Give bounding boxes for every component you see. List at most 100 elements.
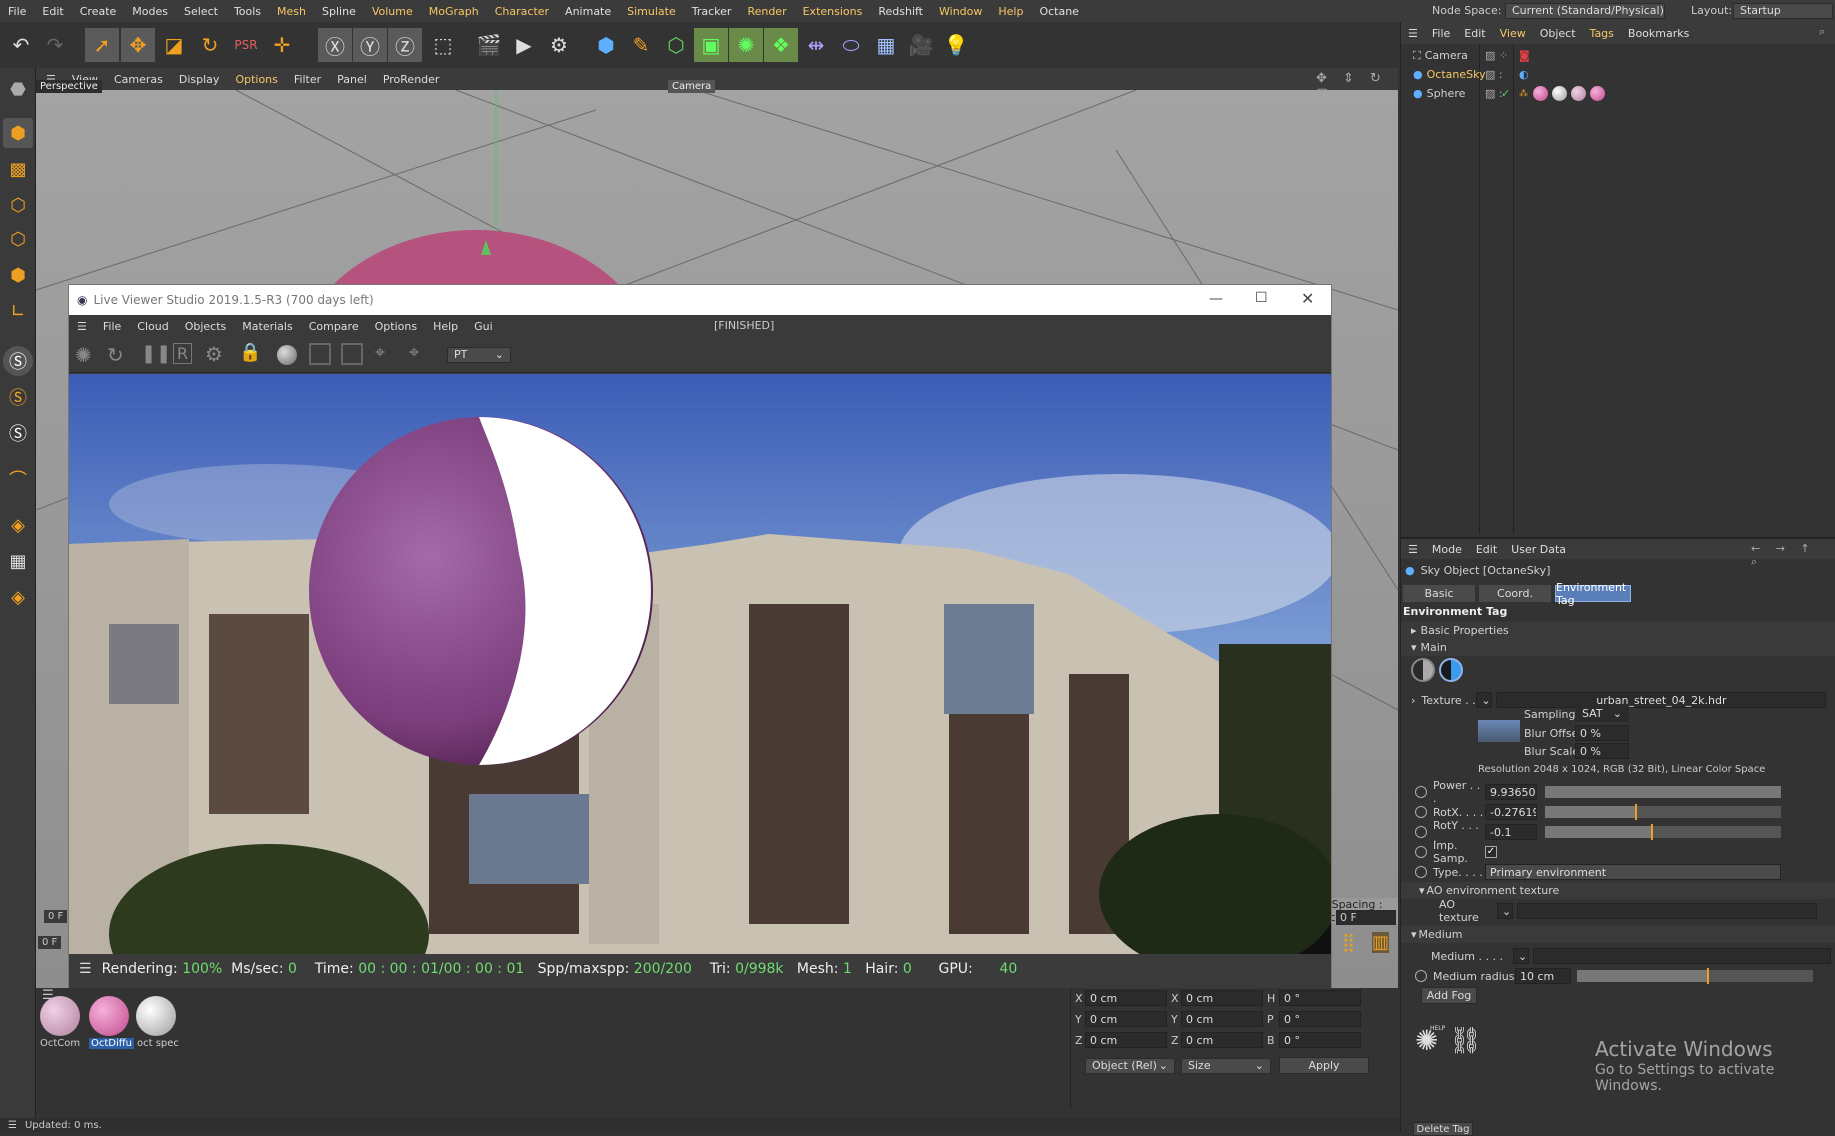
material-octdiffu-swatch[interactable] [89,996,129,1036]
lv-menu-help[interactable]: Help [425,320,466,333]
imp-samp-animate-radio[interactable] [1415,846,1427,858]
medium-field[interactable] [1533,948,1831,964]
add-fog-button[interactable]: Add Fog [1421,987,1477,1004]
timeline-start-field[interactable]: 0 F [38,936,62,949]
rotate-tool-icon[interactable]: ↻ [193,28,227,62]
light-icon[interactable]: 💡 [939,28,973,62]
lv-menu-gui[interactable]: Gui [466,320,501,333]
size-z-field[interactable]: 0 cm [1181,1032,1263,1048]
menu-redshift[interactable]: Redshift [870,5,931,18]
model-mode-icon[interactable]: ⬢ [3,118,33,148]
delete-tag-button[interactable]: Delete Tag [1413,1122,1473,1136]
menu-animate[interactable]: Animate [557,5,619,18]
lv-menu-materials[interactable]: Materials [234,320,300,333]
menu-edit[interactable]: Edit [34,5,71,18]
mograph-icon[interactable]: ✺ [729,28,763,62]
material-tag-1[interactable] [1533,86,1548,101]
material-octcom-swatch[interactable] [40,996,80,1036]
rotx-slider[interactable] [1545,804,1781,820]
camera-tag-icon[interactable]: ◙ [1519,49,1530,62]
material-tag-4[interactable] [1590,86,1605,101]
z-axis-icon[interactable]: Ⓩ [388,28,422,62]
ao-texture-field[interactable] [1517,903,1817,919]
medium-radius-field[interactable]: 10 cm [1515,968,1571,984]
size-x-field[interactable]: 0 cm [1181,990,1263,1006]
hamburger-icon[interactable]: ☰ [69,320,95,333]
roty-field[interactable]: -0.1 [1485,824,1537,840]
viewport-menu-prorender[interactable]: ProRender [375,73,448,86]
medium-radius-slider[interactable] [1577,968,1813,984]
tab-environment-tag[interactable]: Environment Tag [1555,581,1631,607]
render-preview[interactable] [69,374,1331,954]
roty-animate-radio[interactable] [1415,826,1427,838]
menu-spline[interactable]: Spline [314,5,364,18]
am-menu-mode[interactable]: Mode [1425,543,1469,556]
octane-logo-icon[interactable]: ✺ [75,343,92,367]
y-axis-icon[interactable]: Ⓨ [353,28,387,62]
menu-select[interactable]: Select [176,5,226,18]
lv-menu-cloud[interactable]: Cloud [129,320,176,333]
texture-preview-thumbnail[interactable] [1478,720,1520,742]
imp-samp-checkbox[interactable]: ✓ [1485,846,1497,858]
medium-dropdown[interactable]: ⌄ [1513,948,1529,964]
magnet-icon[interactable]: ⌒ [3,464,33,494]
power-animate-radio[interactable] [1415,786,1427,798]
main-group[interactable]: ▾ Main [1401,639,1835,656]
channel-b-icon[interactable] [341,343,363,365]
maximize-icon[interactable]: ☐ [1255,290,1268,306]
object-row-sphere[interactable]: ● Sphere ▨ : ✓ ⁂ [1401,84,1835,103]
camera-label[interactable]: Camera [668,80,716,93]
menu-simulate[interactable]: Simulate [619,5,684,18]
cube-icon[interactable]: ⬢ [589,28,623,62]
render-settings-icon[interactable]: ⚙ [542,28,576,62]
pause-icon[interactable]: ❚❚ [141,343,171,364]
grid-icon[interactable]: ▦ [3,546,33,576]
lv-menu-objects[interactable]: Objects [177,320,235,333]
size-y-field[interactable]: 0 cm [1181,1011,1263,1027]
om-menu-file[interactable]: File [1425,27,1457,40]
position-z-field[interactable]: 0 cm [1085,1032,1167,1048]
visibility-toggle-icon[interactable]: ▨ ⁘ [1485,49,1508,62]
lock-workplane-icon[interactable]: ◈ [3,582,33,612]
coordinate-mode-dropdown[interactable]: Object (Rel) ⌄ [1085,1058,1175,1074]
visibility-toggle-icon[interactable]: ▨ : [1485,87,1503,100]
lv-menu-options[interactable]: Options [367,320,425,333]
layout-dropdown[interactable]: Startup [1733,3,1833,19]
size-mode-dropdown[interactable]: Size ⌄ [1181,1058,1271,1074]
menu-character[interactable]: Character [487,5,557,18]
workplane-icon[interactable]: ◈ [3,510,33,540]
snap-icon[interactable]: Ⓢ [3,346,33,376]
sampling-dropdown[interactable]: SAT ⌄ [1575,706,1629,722]
generator-icon[interactable]: ▣ [694,28,728,62]
menu-tools[interactable]: Tools [226,5,269,18]
make-editable-icon[interactable]: ⬣ [3,74,33,104]
blur-offset-field[interactable]: 0 % [1575,725,1629,741]
tab-coord[interactable]: Coord. [1479,585,1551,602]
deformer-icon[interactable]: ⇹ [799,28,833,62]
hamburger-icon[interactable]: ☰ [1401,27,1425,40]
render-view-icon[interactable]: 🎬 [472,28,506,62]
cloner-icon[interactable]: ❖ [764,28,798,62]
add-tool-icon[interactable]: ✛ [265,28,299,62]
chevron-right-icon[interactable]: › [1411,694,1415,707]
am-menu-user-data[interactable]: User Data [1504,543,1573,556]
texture-filename[interactable]: urban_street_04_2k.hdr [1496,692,1827,708]
object-row-camera[interactable]: ⛶ Camera ▨ ⁘ ◙ [1401,46,1835,65]
points-mode-icon[interactable]: ⬡ [3,190,33,220]
octane-link-icon[interactable]: ⛓ [1449,1026,1482,1056]
menu-window[interactable]: Window [931,5,990,18]
lv-menu-compare[interactable]: Compare [301,320,367,333]
menu-create[interactable]: Create [72,5,125,18]
ao-texture-dropdown[interactable]: ⌄ [1497,903,1513,919]
om-menu-edit[interactable]: Edit [1457,27,1492,40]
timeline-frame-field[interactable]: 0 F [44,910,68,923]
type-animate-radio[interactable] [1415,866,1427,878]
phong-tag-icon[interactable]: ⁂ [1519,89,1528,99]
material-tag-3[interactable] [1571,86,1586,101]
visibility-toggle-icon[interactable]: ▨ : [1485,68,1503,81]
lv-menu-file[interactable]: File [95,320,129,333]
viewport-menu-filter[interactable]: Filter [286,73,329,86]
focus-picker-icon[interactable]: ⌖ [375,342,385,363]
medium-group[interactable]: ▾ Medium [1401,926,1835,943]
select-tool-icon[interactable]: ➚ [85,28,119,62]
